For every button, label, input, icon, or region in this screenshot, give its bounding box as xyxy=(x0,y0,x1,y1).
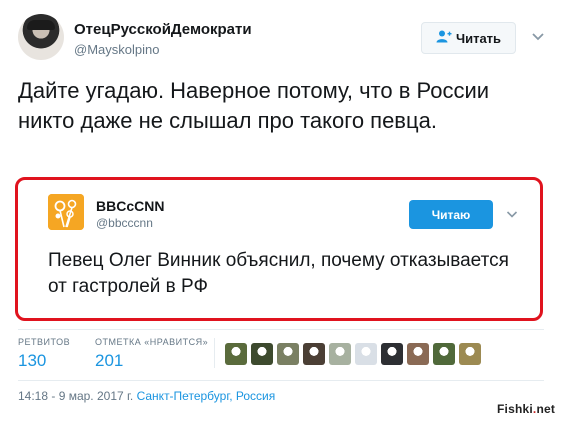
tweet-meta: 14:18 - 9 мар. 2017 г. Санкт-Петербург, … xyxy=(18,389,275,404)
fishki-watermark: Fishki.net xyxy=(497,402,555,416)
quoted-author-names[interactable]: BBCcCNN @bbcccnn xyxy=(96,198,164,231)
author-avatar[interactable] xyxy=(18,14,64,60)
liker-avatar-2[interactable] xyxy=(251,343,273,365)
tweet-stats: РЕТВИТОВ 130 ОТМЕТКА «НРАВИТСЯ» 201 xyxy=(18,336,548,376)
liker-avatar-7[interactable] xyxy=(381,343,403,365)
likes-label: ОТМЕТКА «НРАВИТСЯ» xyxy=(95,337,209,347)
divider-bottom xyxy=(18,380,544,381)
liker-avatar-5[interactable] xyxy=(329,343,351,365)
following-button[interactable]: Читаю xyxy=(409,200,493,229)
liker-avatar-8[interactable] xyxy=(407,343,429,365)
divider-top xyxy=(18,329,544,330)
quoted-tweet-text: Певец Олег Винник объяснил, почему отказ… xyxy=(48,250,509,297)
author-display-name[interactable]: ОтецРусскойДемократи xyxy=(74,20,252,39)
retweets-stat[interactable]: РЕТВИТОВ 130 xyxy=(18,336,70,372)
liker-avatars xyxy=(225,343,481,367)
quoted-handle[interactable]: @bbcccnn xyxy=(96,216,164,231)
follow-button-label: Читать xyxy=(455,30,502,46)
tweet-location[interactable]: Санкт-Петербург, Россия xyxy=(137,389,276,403)
retweets-count[interactable]: 130 xyxy=(18,350,70,372)
quoted-display-name[interactable]: BBCcCNN xyxy=(96,198,164,215)
retweets-label: РЕТВИТОВ xyxy=(18,337,71,347)
liker-avatar-4[interactable] xyxy=(303,343,325,365)
likes-count[interactable]: 201 xyxy=(95,350,208,372)
author-names[interactable]: ОтецРусскойДемократи @Mayskolpino xyxy=(74,20,252,58)
tweet-timestamp[interactable]: 14:18 - 9 мар. 2017 г. xyxy=(18,389,137,403)
chevron-down-icon[interactable] xyxy=(530,28,546,44)
likes-stat[interactable]: ОТМЕТКА «НРАВИТСЯ» 201 xyxy=(95,336,208,372)
watermark-left: Fishki xyxy=(497,402,533,416)
liker-avatar-1[interactable] xyxy=(225,343,247,365)
liker-avatar-6[interactable] xyxy=(355,343,377,365)
follow-button[interactable]: Читать xyxy=(421,22,516,54)
tweet-header: ОтецРусскойДемократи @Mayskolpino Читать xyxy=(18,14,548,62)
tweet-text: Дайте угадаю. Наверное потому, что в Рос… xyxy=(18,78,490,133)
author-handle[interactable]: @Mayskolpino xyxy=(74,41,252,58)
quoted-tweet[interactable]: BBCcCNN @bbcccnn Читаю Певец Олег Винник… xyxy=(15,177,543,321)
liker-avatar-10[interactable] xyxy=(459,343,481,365)
stats-separator xyxy=(214,338,215,368)
watermark-right: net xyxy=(536,402,556,416)
add-user-icon xyxy=(436,30,452,46)
liker-avatar-9[interactable] xyxy=(433,343,455,365)
quoted-chevron-down-icon[interactable] xyxy=(505,207,519,221)
bbcccnn-logo-icon[interactable] xyxy=(48,194,84,230)
liker-avatar-3[interactable] xyxy=(277,343,299,365)
